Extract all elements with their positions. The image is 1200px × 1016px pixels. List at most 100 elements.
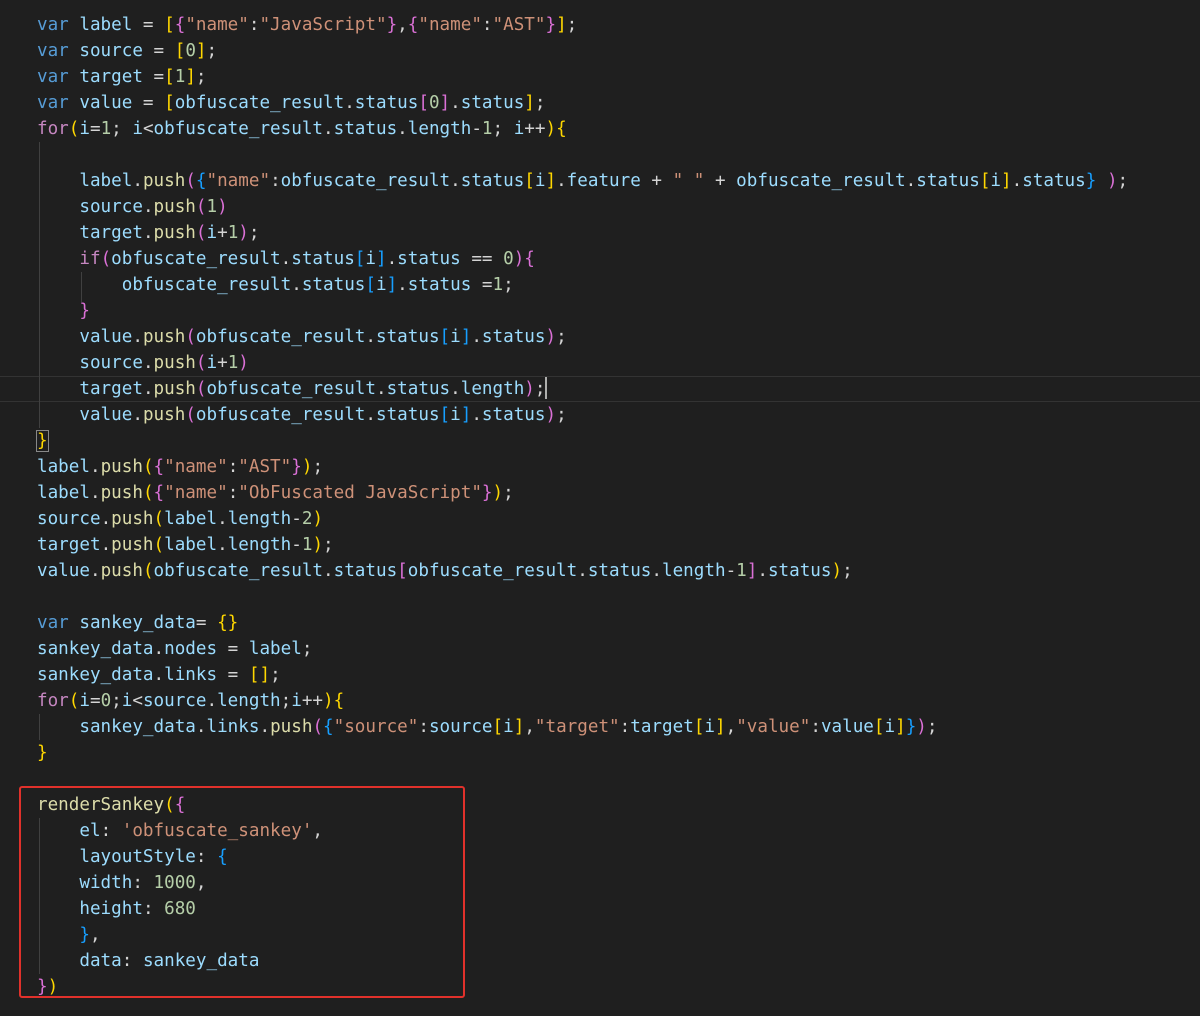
code-token: label	[37, 483, 90, 503]
indent-guide	[39, 142, 40, 428]
code-token: .	[291, 275, 302, 295]
code-line[interactable]: value.push(obfuscate_result.status[i].st…	[0, 324, 1200, 350]
code-line[interactable]: for(i=1; i<obfuscate_result.status.lengt…	[0, 116, 1200, 142]
code-token: 1000	[153, 873, 196, 893]
code-token: i	[990, 171, 1001, 191]
code-editor[interactable]: var label = [{"name":"JavaScript"},{"nam…	[0, 0, 1200, 1016]
code-token: .	[450, 93, 461, 113]
code-line[interactable]: var label = [{"name":"JavaScript"},{"nam…	[0, 12, 1200, 38]
code-line[interactable]: label.push({"name":"ObFuscated JavaScrip…	[0, 480, 1200, 506]
code-token: +	[640, 171, 673, 191]
code-token: ]	[460, 405, 472, 425]
code-token: ,	[312, 821, 324, 841]
code-token: ;	[534, 93, 546, 113]
code-line[interactable]: renderSankey({	[0, 792, 1200, 818]
code-line[interactable]: source.push(i+1)	[0, 350, 1200, 376]
code-token: }	[1085, 171, 1097, 191]
code-line[interactable]: }	[0, 298, 1200, 324]
code-line[interactable]: data: sankey_data	[0, 948, 1200, 974]
code-token: ;	[1117, 171, 1129, 191]
code-line[interactable]: target.push(label.length-1);	[0, 532, 1200, 558]
code-token: 1	[227, 353, 239, 373]
code-token: renderSankey	[37, 795, 165, 815]
code-line[interactable]: }	[0, 740, 1200, 766]
code-line[interactable]	[0, 584, 1200, 610]
code-token: +	[217, 353, 228, 373]
code-token: source	[37, 509, 101, 529]
code-line[interactable]: var target =[1];	[0, 64, 1200, 90]
code-text: if(obfuscate_result.status[i].status == …	[37, 246, 535, 272]
code-line[interactable]: source.push(label.length-2)	[0, 506, 1200, 532]
code-line[interactable]: var value = [obfuscate_result.status[0].…	[0, 90, 1200, 116]
code-token: .	[142, 197, 154, 217]
code-line[interactable]: label.push({"name":"AST"});	[0, 454, 1200, 480]
code-token: "source"	[333, 717, 419, 737]
code-token: .	[153, 665, 165, 685]
code-text: sankey_data.links = [];	[37, 662, 281, 688]
code-token: value	[37, 561, 90, 581]
code-text: source.push(label.length-2)	[37, 506, 323, 532]
code-token: label	[164, 509, 218, 529]
code-line[interactable]: for(i=0;i<source.length;i++){	[0, 688, 1200, 714]
code-text: var value = [obfuscate_result.status[0].…	[37, 90, 545, 116]
code-token: status	[333, 119, 398, 139]
code-token: .	[365, 405, 376, 425]
code-line[interactable]	[0, 142, 1200, 168]
code-line[interactable]: value.push(obfuscate_result.status[obfus…	[0, 558, 1200, 584]
code-token: .	[89, 561, 101, 581]
code-line[interactable]: height: 680	[0, 896, 1200, 922]
code-token: }	[905, 717, 917, 737]
code-line[interactable]: },	[0, 922, 1200, 948]
code-token: i	[704, 717, 715, 737]
code-line[interactable]: if(obfuscate_result.status[i].status == …	[0, 246, 1200, 272]
code-text: label.push({"name":"AST"});	[37, 454, 323, 480]
code-token: sankey_data	[79, 613, 196, 633]
code-token: length	[227, 535, 292, 555]
code-token: source	[79, 197, 143, 217]
code-token: {	[524, 249, 535, 269]
code-token: ;	[534, 379, 546, 399]
code-token: obfuscate_result	[174, 93, 345, 113]
code-line[interactable]: el: 'obfuscate_sankey',	[0, 818, 1200, 844]
code-token: push	[100, 457, 143, 477]
code-line[interactable]: sankey_data.links.push({"source":source[…	[0, 714, 1200, 740]
code-token: =	[195, 613, 218, 633]
code-token: width	[79, 873, 133, 893]
code-line[interactable]: sankey_data.nodes = label;	[0, 636, 1200, 662]
code-line[interactable]: value.push(obfuscate_result.status[i].st…	[0, 402, 1200, 428]
code-token: (	[153, 509, 165, 529]
code-line[interactable]: obfuscate_result.status[i].status =1;	[0, 272, 1200, 298]
code-line[interactable]: target.push(obfuscate_result.status.leng…	[0, 376, 1200, 402]
code-line[interactable]: var sankey_data= {}	[0, 610, 1200, 636]
code-line[interactable]: })	[0, 974, 1200, 1000]
code-token: "name"	[164, 483, 228, 503]
code-line[interactable]	[0, 766, 1200, 792]
code-text: target.push(i+1);	[37, 220, 259, 246]
code-token: i	[884, 717, 896, 737]
code-line[interactable]: var source = [0];	[0, 38, 1200, 64]
code-token: {	[174, 795, 186, 815]
code-token: :	[100, 821, 122, 841]
code-text: height: 680	[37, 896, 196, 922]
code-token: }	[37, 977, 48, 997]
code-line[interactable]: source.push(1)	[0, 194, 1200, 220]
code-token: .	[217, 535, 228, 555]
code-line[interactable]: target.push(i+1);	[0, 220, 1200, 246]
code-token: value	[79, 93, 133, 113]
code-token: .	[471, 405, 482, 425]
code-line[interactable]: layoutStyle: {	[0, 844, 1200, 870]
code-token: i	[450, 405, 461, 425]
code-line[interactable]: width: 1000,	[0, 870, 1200, 896]
code-token: status	[333, 561, 398, 581]
code-token: ;	[323, 535, 334, 555]
code-line[interactable]: sankey_data.links = [];	[0, 662, 1200, 688]
code-token: :	[810, 717, 821, 737]
code-token: =	[89, 119, 101, 139]
code-line[interactable]: label.push({"name":obfuscate_result.stat…	[0, 168, 1200, 194]
code-line[interactable]: }	[0, 428, 1200, 454]
